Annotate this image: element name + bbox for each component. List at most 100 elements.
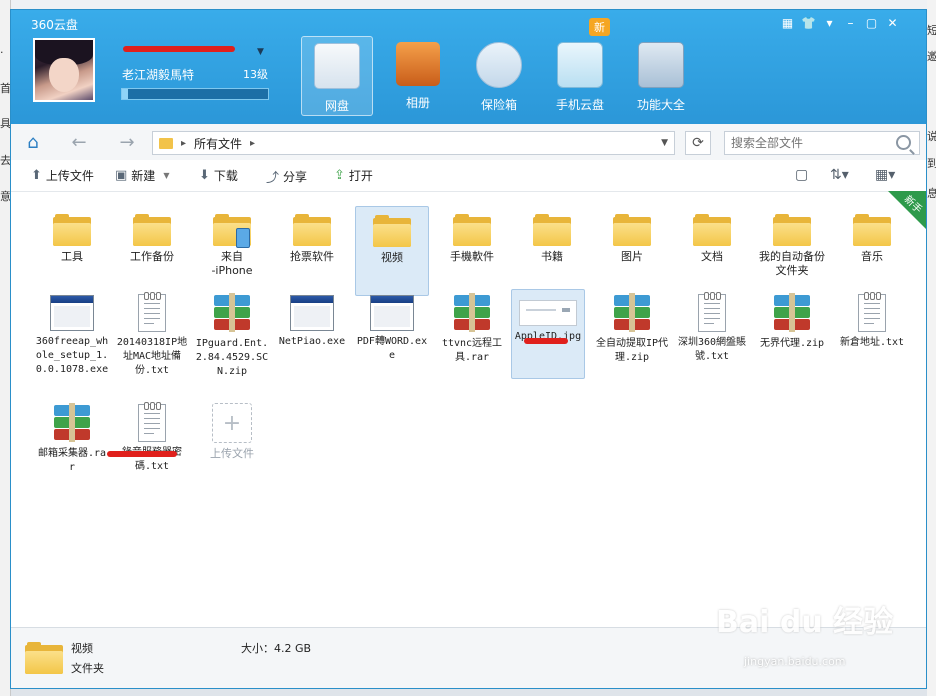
background-window-right: 短邀说到息 [927, 0, 936, 696]
avatar[interactable] [33, 38, 95, 102]
nav-toolbox[interactable]: 功能大全 [625, 36, 697, 116]
share-label: 分享 [283, 170, 308, 184]
search-icon[interactable] [896, 135, 911, 150]
sort-icon[interactable]: ⇅▾ [830, 167, 849, 183]
file-name: 20140318IP地址MAC地址備份.txt [116, 337, 188, 376]
file-item[interactable]: 书籍 [515, 206, 589, 296]
forward-arrow-icon[interactable]: → [115, 130, 139, 154]
file-item[interactable]: 抢票软件 [275, 206, 349, 296]
file-item[interactable]: 20140318IP地址MAC地址備份.txt [115, 289, 189, 379]
folder-icon [773, 214, 811, 246]
new-button[interactable]: ▣ 新建 ▼ [115, 167, 169, 184]
chevron-down-icon[interactable]: ▼ [661, 138, 668, 148]
file-name: 音乐 [861, 250, 883, 263]
back-arrow-icon[interactable]: ← [67, 130, 91, 154]
share-button[interactable]: ⤴ 分享 [266, 167, 307, 186]
file-item[interactable]: 我的自动备份文件夹 [755, 206, 829, 296]
skin-shirt-icon[interactable]: 👕 [798, 14, 819, 32]
minimize-icon[interactable]: – [840, 14, 861, 32]
file-name: 书籍 [541, 250, 563, 263]
text-document-icon [138, 402, 166, 442]
file-item[interactable]: 工具 [35, 206, 109, 296]
breadcrumb-all-files[interactable]: 所有文件 [194, 135, 242, 152]
cloud-disk-window: 360云盘 ▦ 👕 ▾ – ▢ ✕ ▼ 老江湖毅馬特 13级 网盘 相册 保险箱 手机… [10, 9, 927, 689]
share-icon: ⤴ [266, 171, 280, 186]
file-name: 深圳360網盤賬號.txt [677, 337, 747, 362]
address-bar: ⌂ ← → ▸ 所有文件 ▸ ▼ ⟳ [11, 124, 926, 161]
file-item[interactable]: 360freeap_whole_setup_1.0.0.1078.exe [35, 289, 109, 379]
nav-label: 相册 [405, 96, 430, 110]
view-mode-icon[interactable]: ▦▾ [875, 167, 895, 183]
file-item[interactable]: 新倉地址.txt [835, 289, 909, 379]
file-item[interactable]: 来自 -iPhone [195, 206, 269, 296]
archive-books-icon [52, 403, 92, 443]
nav-label: 保险箱 [480, 98, 517, 112]
file-item[interactable]: AppleID.jpg [511, 289, 585, 379]
file-item[interactable]: 无界代理.zip [755, 289, 829, 379]
nav-cloud-disk[interactable]: 网盘 [301, 36, 373, 116]
file-name: 工具 [61, 250, 83, 263]
grid-menu-icon[interactable]: ▦ [777, 14, 798, 32]
upload-button[interactable]: ⬆ 上传文件 [31, 167, 94, 184]
file-item[interactable]: ttvnc远程工具.rar [435, 289, 509, 379]
chevron-right-icon: ▸ [250, 137, 256, 149]
search-input[interactable] [729, 132, 893, 154]
folder-icon [533, 214, 571, 246]
download-button[interactable]: ⬇ 下载 [199, 167, 238, 184]
file-item[interactable]: 邮箱采集器.rar [35, 399, 109, 489]
folder-icon [853, 214, 891, 246]
nav-label: 手机云盘 [555, 98, 604, 112]
dropdown-menu-icon[interactable]: ▾ [819, 14, 840, 32]
status-item-type: 文件夹 [71, 662, 104, 675]
safe-icon [476, 42, 522, 88]
folder-icon [293, 214, 331, 246]
text-document-icon [138, 292, 166, 332]
new-item-icon: ▣ [115, 168, 128, 183]
refresh-button[interactable]: ⟳ [685, 131, 711, 155]
nav-safe[interactable]: 保险箱 [463, 36, 535, 116]
file-name: 360freeap_whole_setup_1.0.0.1078.exe [35, 336, 109, 375]
mobile-cloud-icon [557, 42, 603, 88]
maximize-icon[interactable]: ▢ [861, 14, 882, 32]
file-name: ttvnc远程工具.rar [441, 338, 503, 363]
folder-icon [213, 214, 251, 248]
close-icon[interactable]: ✕ [882, 14, 903, 32]
new-badge: 新 [589, 18, 610, 36]
header-bar: 360云盘 ▦ 👕 ▾ – ▢ ✕ ▼ 老江湖毅馬特 13级 网盘 相册 保险箱 手机… [11, 10, 926, 124]
folder-icon [613, 214, 651, 246]
file-item[interactable]: 文档 [675, 206, 749, 296]
nav-photo-album[interactable]: 相册 [382, 36, 454, 116]
archive-books-icon [612, 293, 652, 333]
new-label: 新建 [131, 169, 156, 183]
file-item[interactable]: IPguard.Ent.2.84.4529.SCN.zip [195, 289, 269, 379]
file-item[interactable]: PDF轉WORD.exe [355, 289, 429, 379]
search-box[interactable] [724, 131, 920, 155]
file-item[interactable]: 錄音服務器密碼.txt [107, 399, 189, 489]
folder-icon [373, 215, 411, 247]
file-item[interactable]: 视频 [355, 206, 429, 296]
nav-mobile-cloud[interactable]: 手机云盘 [544, 36, 616, 116]
baidu-watermark: Bai du 经验 [716, 605, 894, 640]
file-name: NetPiao.exe [278, 336, 346, 347]
file-name: 视频 [381, 251, 403, 264]
file-item[interactable]: 工作备份 [115, 206, 189, 296]
breadcrumb[interactable]: ▸ 所有文件 ▸ ▼ [152, 131, 675, 155]
upload-arrow-icon: ⬆ [31, 168, 42, 183]
file-item[interactable]: NetPiao.exe [275, 289, 349, 379]
file-name: 来自 -iPhone [211, 250, 253, 277]
preview-pane-icon[interactable]: ▢ [795, 167, 808, 183]
file-name: 图片 [621, 250, 643, 263]
file-item[interactable]: 深圳360網盤賬號.txt [675, 289, 749, 379]
file-item[interactable]: 音乐 [835, 206, 909, 296]
open-button[interactable]: ⇪ 打开 [334, 167, 373, 184]
file-item[interactable]: 图片 [595, 206, 669, 296]
file-item[interactable]: 手機軟件 [435, 206, 509, 296]
upload-placeholder[interactable]: + 上传文件 [195, 399, 269, 489]
file-item[interactable]: 全自动提取IP代理.zip [595, 289, 669, 379]
account-dropdown-icon[interactable]: ▼ [257, 47, 264, 57]
file-name: 手機軟件 [450, 250, 494, 263]
redacted-account [123, 46, 235, 52]
home-icon[interactable]: ⌂ [21, 130, 45, 154]
photo-album-icon [396, 42, 440, 86]
status-item-size: 大小：4.2 GB [241, 642, 312, 655]
